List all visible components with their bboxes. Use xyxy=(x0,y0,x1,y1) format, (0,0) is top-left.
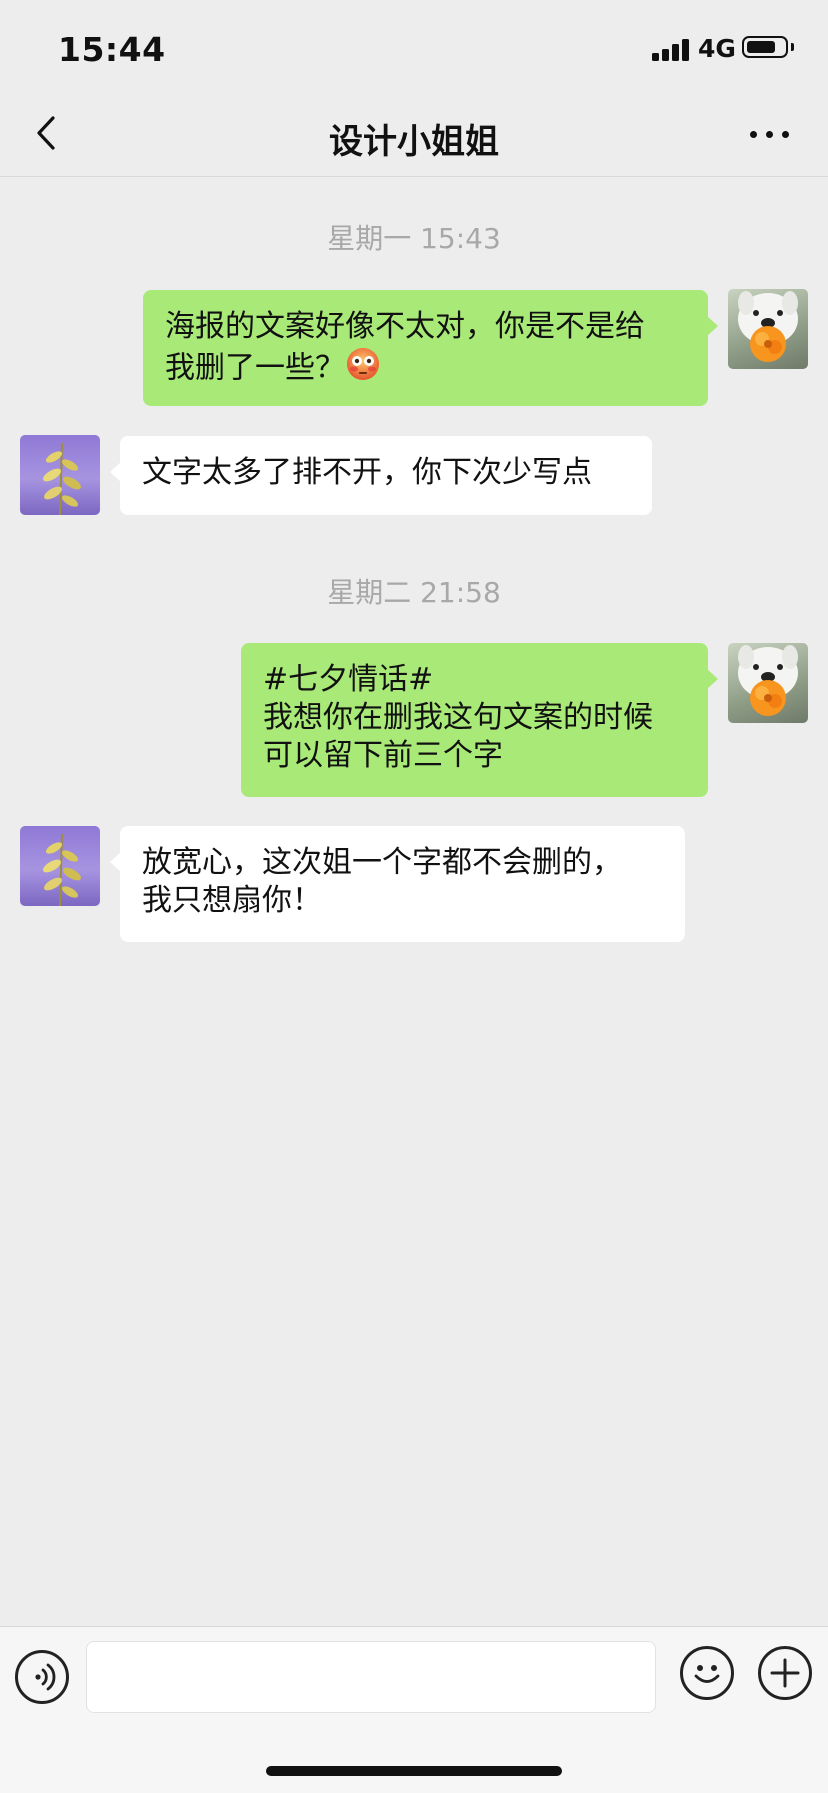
message-text: 可以留下前三个字 xyxy=(263,738,503,773)
message-text: 海报的文案好像不太对，你是不是给 xyxy=(165,309,645,344)
dog-avatar-image xyxy=(738,291,798,362)
message-text: #七夕情话# xyxy=(263,662,434,697)
contact-avatar[interactable] xyxy=(20,826,100,906)
message-text: 我只想扇你！ xyxy=(142,883,322,918)
flushed-face-emoji xyxy=(345,346,381,392)
emoji-button[interactable] xyxy=(680,1646,734,1700)
message-text: 文字太多了排不开，你下次少写点 xyxy=(142,455,592,490)
chat-title: 设计小姐姐 xyxy=(329,122,499,162)
plus-icon xyxy=(770,1658,800,1688)
contact-avatar[interactable] xyxy=(20,435,100,515)
message-text: 我删了一些？ xyxy=(165,350,345,386)
message-bubble-sent[interactable]: #七夕情话# 我想你在删我这句文案的时候 可以留下前三个字 xyxy=(241,643,718,797)
message-bubble-received[interactable]: 放宽心，这次姐一个字都不会删的， 我只想扇你！ xyxy=(110,826,685,942)
status-bar: 15:44 4G xyxy=(0,0,828,100)
voice-button[interactable] xyxy=(15,1650,69,1704)
message-timestamp: 星期一 15:43 xyxy=(327,222,501,255)
leaf-avatar-image xyxy=(43,442,81,515)
ellipsis-icon xyxy=(750,131,757,138)
home-indicator[interactable] xyxy=(266,1766,562,1776)
my-avatar[interactable] xyxy=(728,643,808,723)
chevron-left-icon xyxy=(37,116,55,150)
network-type: 4G xyxy=(698,34,736,63)
message-text: 我想你在删我这句文案的时候 xyxy=(263,700,653,735)
plus-button[interactable] xyxy=(758,1646,812,1700)
dog-avatar-image xyxy=(738,645,798,716)
message-bubble-sent[interactable]: 海报的文案好像不太对，你是不是给 我删了一些？ xyxy=(143,290,718,406)
status-time: 15:44 xyxy=(58,30,166,69)
battery-icon xyxy=(742,36,788,58)
more-button[interactable] xyxy=(740,114,800,154)
message-text: 放宽心，这次姐一个字都不会删的， xyxy=(142,845,622,880)
voice-icon xyxy=(35,1663,56,1691)
battery-tip xyxy=(791,43,794,51)
smiley-icon xyxy=(694,1665,720,1683)
back-button[interactable] xyxy=(24,108,74,158)
chat-header: 设计小姐姐 xyxy=(0,100,828,177)
signal-icon xyxy=(652,37,692,61)
leaf-avatar-image xyxy=(43,833,81,906)
message-timestamp: 星期二 21:58 xyxy=(327,576,501,609)
message-input[interactable] xyxy=(86,1641,656,1713)
message-bubble-received[interactable]: 文字太多了排不开，你下次少写点 xyxy=(110,436,652,515)
my-avatar[interactable] xyxy=(728,289,808,369)
